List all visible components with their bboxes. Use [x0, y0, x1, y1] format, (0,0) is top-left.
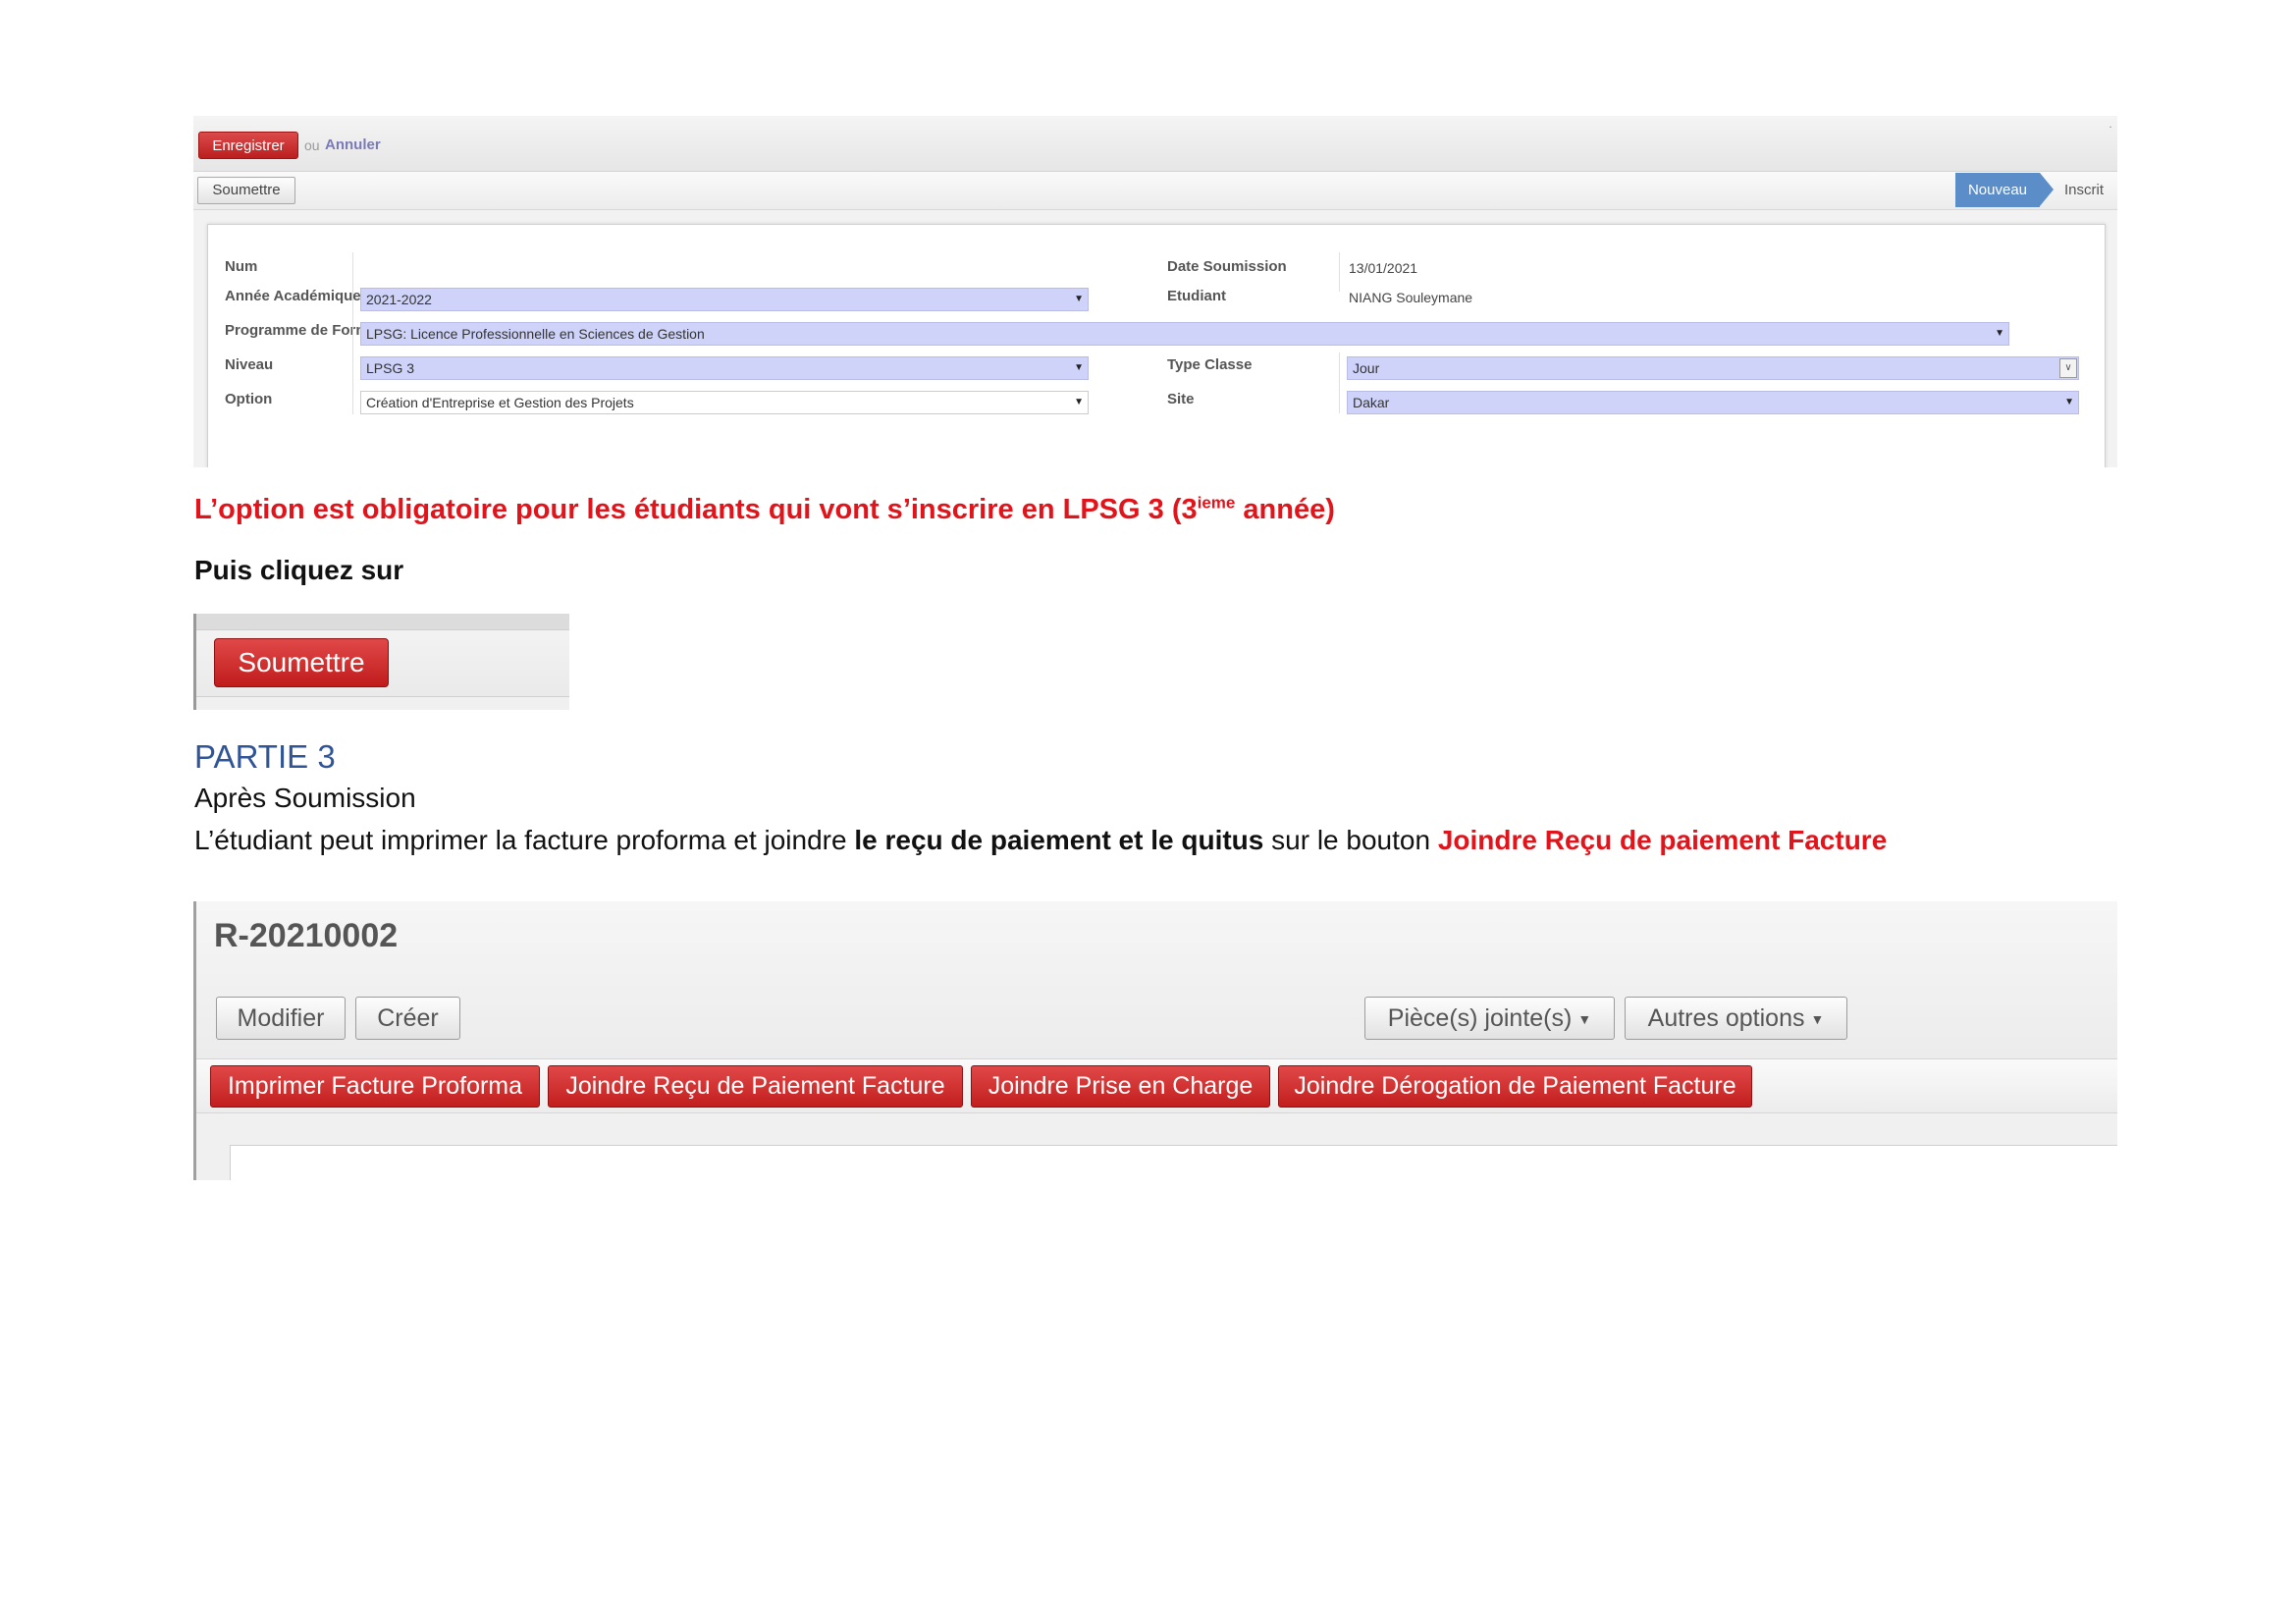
site-value: Dakar — [1353, 395, 1390, 410]
academic-year-select[interactable]: 2021-2022 ▼ — [360, 288, 1089, 311]
class-type-value: Jour — [1353, 360, 1380, 376]
label-option: Option — [225, 391, 273, 407]
registration-form-screenshot: Enregistrer ou Annuler ˙ Soumettre Nouve… — [193, 116, 2117, 467]
submit-button[interactable]: Soumettre — [197, 177, 295, 204]
program-select[interactable]: LPSG: Licence Professionnelle en Science… — [360, 322, 2009, 346]
record-header: R-20210002 Modifier Créer Pièce(s) joint… — [196, 901, 2117, 1059]
record-screenshot: R-20210002 Modifier Créer Pièce(s) joint… — [193, 901, 2117, 1180]
label-level: Niveau — [225, 356, 274, 373]
caret-down-icon: ▼ — [1995, 328, 2004, 339]
class-type-select[interactable]: Jour ∨ — [1347, 356, 2079, 380]
submit-button-screenshot: Soumettre — [193, 614, 569, 710]
edit-button[interactable]: Modifier — [216, 997, 346, 1040]
right-separator-bottom — [1339, 352, 1340, 413]
or-text: ou — [304, 137, 320, 153]
level-value: LPSG 3 — [366, 360, 415, 376]
more-options-label: Autres options — [1647, 1004, 1805, 1032]
label-academic-year: Année Académique — [225, 288, 361, 304]
record-title: R-20210002 — [214, 917, 399, 954]
right-separator-top — [1339, 252, 1340, 292]
attach-payment-waiver-button[interactable]: Joindre Dérogation de Paiement Facture — [1278, 1065, 1752, 1108]
option-value: Création d'Entreprise et Gestion des Pro… — [366, 395, 634, 410]
student-value: NIANG Souleymane — [1349, 290, 1473, 305]
after-submission-text: Après Soumission — [194, 783, 416, 813]
label-separator — [352, 252, 353, 414]
corner-mark: ˙ — [2109, 124, 2113, 139]
record-sheet — [230, 1145, 2117, 1180]
label-class-type: Type Classe — [1167, 356, 1253, 373]
program-value: LPSG: Licence Professionnelle en Science… — [366, 326, 705, 342]
line-d: Joindre Reçu de paiement Facture — [1437, 825, 1888, 855]
attach-payment-receipt-button[interactable]: Joindre Reçu de Paiement Facture — [548, 1065, 963, 1108]
stage-nouveau[interactable]: Nouveau — [1955, 173, 2040, 207]
warning-end: année) — [1235, 494, 1335, 525]
caret-down-icon: ▼ — [2064, 397, 2074, 407]
label-site: Site — [1167, 391, 1195, 407]
line-b: le reçu de paiement et le quitus — [854, 825, 1264, 855]
instruction-line: L’étudiant peut imprimer la facture prof… — [194, 825, 1887, 856]
label-student: Etudiant — [1167, 288, 1226, 304]
create-button[interactable]: Créer — [355, 997, 460, 1040]
form-top-toolbar: Enregistrer ou Annuler ˙ — [193, 116, 2117, 172]
print-proforma-button[interactable]: Imprimer Facture Proforma — [210, 1065, 540, 1108]
label-submission-date: Date Soumission — [1167, 258, 1287, 275]
option-warning: L’option est obligatoire pour les étudia… — [194, 494, 1335, 526]
site-select[interactable]: Dakar ▼ — [1347, 391, 2079, 414]
line-a: L’étudiant peut imprimer la facture prof… — [194, 825, 855, 855]
attach-coverage-button[interactable]: Joindre Prise en Charge — [971, 1065, 1270, 1108]
cancel-link[interactable]: Annuler — [325, 136, 381, 153]
caret-down-icon: ▼ — [1074, 397, 1084, 407]
stage-arrow-icon — [2040, 173, 2054, 206]
academic-year-value: 2021-2022 — [366, 292, 432, 307]
chevron-down-icon: ∨ — [2059, 358, 2077, 378]
submit-big-button[interactable]: Soumettre — [214, 638, 389, 687]
line-c: sur le bouton — [1263, 825, 1438, 855]
label-num: Num — [225, 258, 258, 275]
caret-down-icon: ▼ — [1074, 294, 1084, 304]
part-heading: PARTIE 3 — [194, 738, 336, 775]
submit-bottom-strip — [196, 696, 569, 710]
caret-down-icon: ▼ — [1577, 1011, 1592, 1028]
form-sheet: Num Année Académique Programme de Format… — [207, 224, 2106, 467]
then-click-text: Puis cliquez sur — [194, 555, 404, 585]
attachments-label: Pièce(s) jointe(s) — [1387, 1004, 1573, 1032]
attachments-dropdown[interactable]: Pièce(s) jointe(s) ▼ — [1364, 997, 1615, 1040]
submission-date-value: 13/01/2021 — [1349, 260, 1418, 276]
warning-superscript: ieme — [1197, 493, 1236, 513]
option-select[interactable]: Création d'Entreprise et Gestion des Pro… — [360, 391, 1089, 414]
level-select[interactable]: LPSG 3 ▼ — [360, 356, 1089, 380]
warning-main: L’option est obligatoire pour les étudia… — [194, 494, 1198, 525]
stage-inscrit[interactable]: Inscrit — [2064, 173, 2104, 207]
caret-down-icon: ▼ — [1074, 362, 1084, 373]
form-status-bar — [193, 172, 2117, 210]
submit-strip — [196, 614, 569, 630]
caret-down-icon: ▼ — [1810, 1011, 1825, 1028]
save-button[interactable]: Enregistrer — [198, 132, 298, 159]
more-options-dropdown[interactable]: Autres options ▼ — [1625, 997, 1847, 1040]
